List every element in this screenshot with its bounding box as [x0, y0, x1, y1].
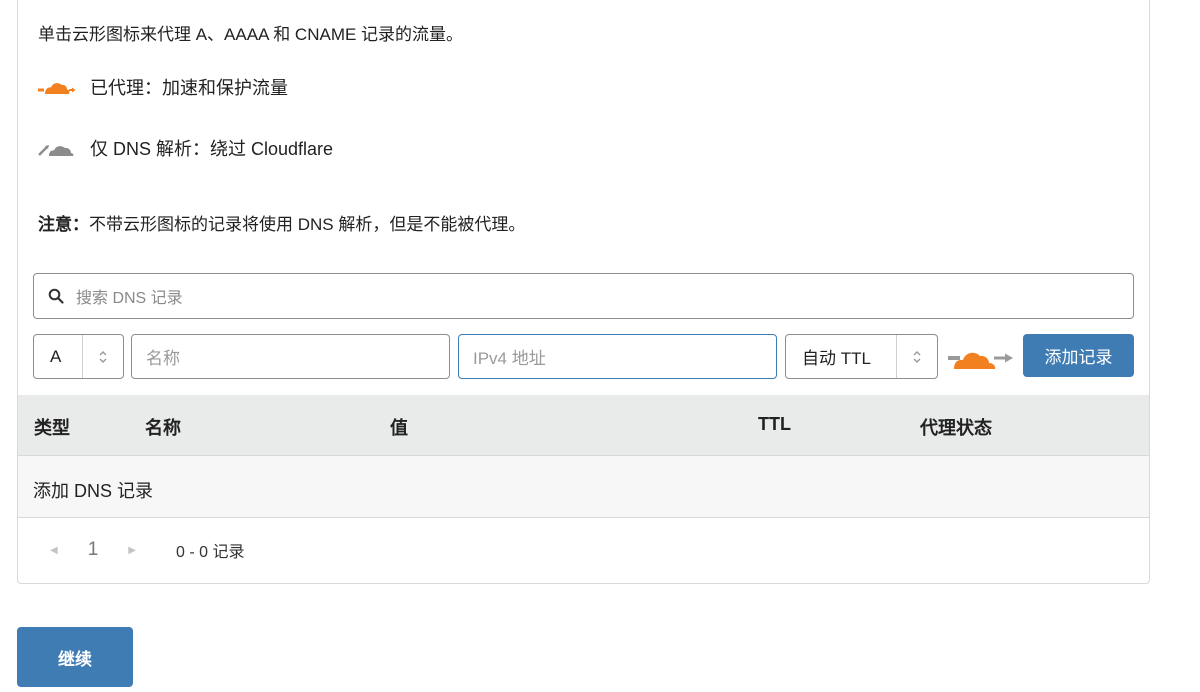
- updown-chevron-icon: [82, 335, 123, 378]
- name-input[interactable]: 名称: [131, 334, 450, 379]
- previous-page-icon[interactable]: ◀: [50, 545, 58, 556]
- legend-proxied: 已代理：加速和保护流量: [38, 74, 288, 100]
- current-page[interactable]: 1: [88, 539, 99, 561]
- add-record-button[interactable]: 添加记录: [1023, 334, 1134, 377]
- note-label: 注意：: [38, 215, 89, 234]
- column-header-value: 值: [390, 418, 408, 438]
- proxy-status-toggle[interactable]: [946, 340, 1016, 377]
- search-icon: [48, 288, 64, 304]
- record-type-select[interactable]: A: [33, 334, 124, 379]
- record-range: 0 - 0 记录: [175, 544, 245, 561]
- table-empty-row: 添加 DNS 记录: [18, 456, 1149, 518]
- column-header-type: 类型: [34, 418, 70, 438]
- search-input[interactable]: 搜索 DNS 记录: [33, 273, 1134, 319]
- ipv4-placeholder: IPv4 地址: [473, 349, 546, 368]
- legend-dns-only-label: 仅 DNS 解析：绕过 Cloudflare: [90, 139, 334, 159]
- legend-dns-only: 仅 DNS 解析：绕过 Cloudflare: [38, 135, 333, 161]
- next-page-icon[interactable]: ▶: [128, 545, 136, 556]
- note: 注意：不带云形图标的记录将使用 DNS 解析，但是不能被代理。: [38, 210, 525, 235]
- pagination: ◀ 1 ▶ 0 - 0 记录: [50, 538, 244, 562]
- orange-cloud-icon: [38, 83, 76, 94]
- legend-proxied-label: 已代理：加速和保护流量: [90, 78, 288, 98]
- table-header: 类型 名称 值 TTL 代理状态: [18, 395, 1149, 456]
- grey-cloud-icon: [38, 145, 74, 156]
- updown-chevron-icon: [896, 335, 937, 378]
- intro-text: 单击云形图标来代理 A、AAAA 和 CNAME 记录的流量。: [38, 25, 464, 44]
- record-type-value: A: [50, 346, 62, 366]
- ttl-select[interactable]: 自动 TTL: [785, 334, 938, 379]
- search-placeholder: 搜索 DNS 记录: [76, 290, 183, 307]
- orange-cloud-toggle-icon: [948, 352, 1013, 369]
- empty-state-text: 添加 DNS 记录: [33, 481, 154, 501]
- column-header-name: 名称: [145, 418, 181, 438]
- ipv4-address-input[interactable]: IPv4 地址: [458, 334, 777, 379]
- continue-button[interactable]: 继续: [17, 627, 133, 687]
- name-placeholder: 名称: [146, 349, 180, 368]
- column-header-ttl: TTL: [758, 414, 791, 434]
- ttl-value: 自动 TTL: [802, 349, 871, 368]
- note-text: 不带云形图标的记录将使用 DNS 解析，但是不能被代理。: [89, 215, 526, 234]
- column-header-proxy-status: 代理状态: [920, 418, 992, 438]
